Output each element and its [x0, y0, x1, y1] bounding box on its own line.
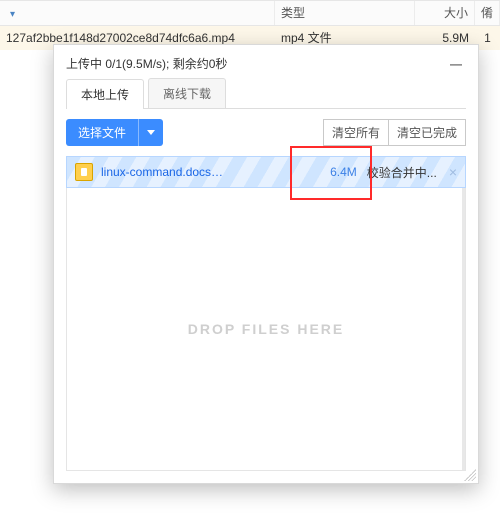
toolbar: 选择文件 清空所有 清空已完成 [66, 119, 466, 146]
drop-text: DROP FILES HERE [188, 321, 345, 337]
select-file-label: 选择文件 [66, 119, 138, 146]
cancel-upload-button[interactable]: × [449, 164, 457, 180]
tab-local-upload[interactable]: 本地上传 [66, 79, 144, 109]
header-attr[interactable]: 倄 [475, 1, 500, 25]
clear-done-button[interactable]: 清空已完成 [389, 119, 466, 146]
header-name[interactable]: ▾ [0, 1, 275, 25]
upload-file-status: 校验合并中... [367, 164, 437, 181]
file-table: ▾ 类型 大小 倄 127af2bbe1f148d27002ce8d74dfc6… [0, 0, 500, 50]
upload-file-size: 6.4M [330, 165, 357, 179]
tab-remote-download[interactable]: 离线下载 [148, 78, 226, 108]
file-table-header: ▾ 类型 大小 倄 [0, 0, 500, 26]
dialog-title: 上传中 0/1(9.5M/s); 剩余约0秒 [66, 55, 227, 72]
resize-handle[interactable] [464, 469, 476, 481]
header-type[interactable]: 类型 [275, 1, 415, 25]
upload-list: linux-command.docs… 6.4M 校验合并中... × DROP… [66, 156, 466, 471]
select-file-button[interactable]: 选择文件 [66, 119, 163, 146]
minimize-button[interactable]: — [446, 57, 466, 71]
upload-file-name: linux-command.docs… [101, 165, 223, 179]
tab-bar: 本地上传 离线下载 [66, 78, 466, 109]
chevron-down-icon [147, 130, 155, 135]
file-icon [75, 163, 93, 181]
clear-buttons: 清空所有 清空已完成 [323, 119, 466, 146]
header-size[interactable]: 大小 [415, 1, 475, 25]
clear-all-button[interactable]: 清空所有 [323, 119, 389, 146]
upload-item[interactable]: linux-command.docs… 6.4M 校验合并中... × [66, 156, 466, 188]
scrollbar[interactable] [462, 188, 465, 470]
drop-area[interactable]: DROP FILES HERE [66, 188, 466, 471]
select-file-dropdown[interactable] [138, 119, 163, 146]
upload-dialog: 上传中 0/1(9.5M/s); 剩余约0秒 — 本地上传 离线下载 选择文件 … [53, 44, 479, 484]
sort-icon[interactable]: ▾ [10, 9, 15, 20]
dialog-titlebar[interactable]: 上传中 0/1(9.5M/s); 剩余约0秒 — [66, 55, 466, 72]
